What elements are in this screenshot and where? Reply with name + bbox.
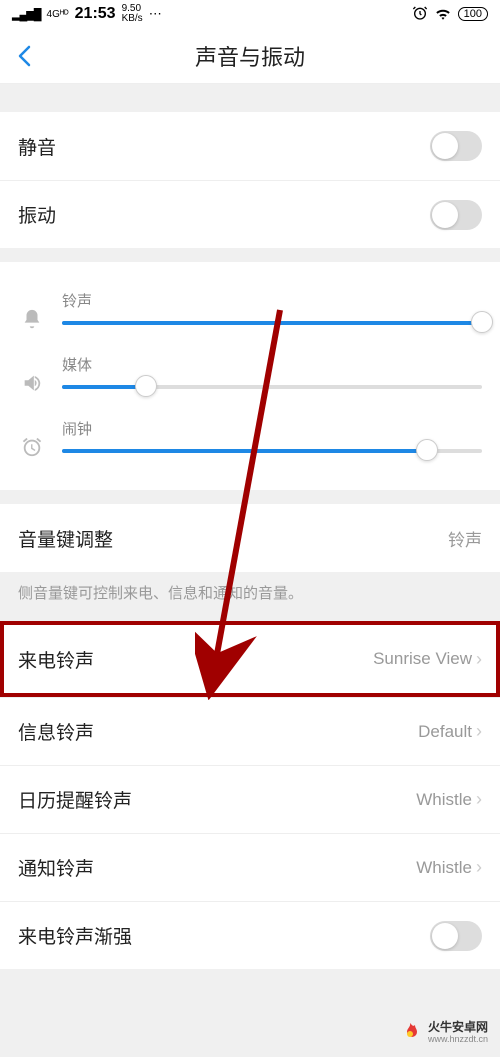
- page-header: 声音与振动: [0, 28, 500, 84]
- incoming-ringtone-row[interactable]: 来电铃声 Sunrise View ›: [0, 621, 500, 697]
- vibrate-label: 振动: [18, 201, 56, 228]
- fadein-row[interactable]: 来电铃声渐强: [0, 901, 500, 969]
- alarm-icon: [412, 5, 428, 24]
- watermark-name: 火牛安卓网: [428, 1021, 488, 1034]
- back-button[interactable]: [0, 28, 48, 84]
- watermark: 火牛安卓网 www.hnzzdt.cn: [398, 1021, 488, 1045]
- battery-icon: 100: [458, 7, 488, 21]
- notification-ringtone-value: Whistle: [416, 858, 472, 878]
- calendar-ringtone-row[interactable]: 日历提醒铃声 Whistle ›: [0, 765, 500, 833]
- ringtone-slider-row: 铃声: [0, 280, 500, 344]
- notification-ringtone-label: 通知铃声: [18, 854, 94, 881]
- speaker-icon: [18, 372, 46, 394]
- ringtone-slider[interactable]: [62, 321, 482, 325]
- flame-icon: [398, 1021, 422, 1045]
- page-title: 声音与振动: [0, 40, 500, 72]
- chevron-right-icon: ›: [476, 649, 482, 670]
- status-bar: ▂▄▆█ 4Gᴴᴰ 21:53 9.50KB/s ⋯ 100: [0, 0, 500, 28]
- status-time: 21:53: [75, 5, 116, 23]
- media-slider-label: 媒体: [62, 354, 482, 375]
- mute-row[interactable]: 静音: [0, 112, 500, 180]
- mute-label: 静音: [18, 133, 56, 160]
- media-slider[interactable]: [62, 385, 482, 389]
- ringtone-slider-label: 铃声: [62, 290, 482, 311]
- chevron-right-icon: ›: [476, 721, 482, 742]
- volume-key-hint: 侧音量键可控制来电、信息和通知的音量。: [0, 572, 500, 621]
- message-ringtone-label: 信息铃声: [18, 718, 94, 745]
- chevron-right-icon: ›: [476, 789, 482, 810]
- signal-icon: ▂▄▆█: [12, 8, 41, 21]
- vibrate-toggle[interactable]: [430, 200, 482, 230]
- mute-toggle[interactable]: [430, 131, 482, 161]
- fadein-label: 来电铃声渐强: [18, 922, 132, 949]
- alarm-slider[interactable]: [62, 449, 482, 453]
- incoming-ringtone-value: Sunrise View: [373, 649, 472, 669]
- incoming-ringtone-label: 来电铃声: [18, 646, 94, 673]
- message-ringtone-value: Default: [418, 722, 472, 742]
- volume-key-value: 铃声: [448, 526, 482, 551]
- volume-key-row[interactable]: 音量键调整 铃声: [0, 504, 500, 572]
- notification-ringtone-row[interactable]: 通知铃声 Whistle ›: [0, 833, 500, 901]
- fadein-toggle[interactable]: [430, 921, 482, 951]
- chevron-right-icon: ›: [476, 857, 482, 878]
- vibrate-row[interactable]: 振动: [0, 180, 500, 248]
- volume-section: 铃声 媒体 闹钟: [0, 262, 500, 490]
- message-ringtone-row[interactable]: 信息铃声 Default ›: [0, 697, 500, 765]
- media-slider-row: 媒体: [0, 344, 500, 408]
- alarm-clock-icon: [18, 436, 46, 458]
- bell-icon: [18, 308, 46, 330]
- alarm-slider-row: 闹钟: [0, 408, 500, 472]
- alarm-slider-label: 闹钟: [62, 418, 482, 439]
- calendar-ringtone-value: Whistle: [416, 790, 472, 810]
- volume-key-label: 音量键调整: [18, 525, 113, 552]
- watermark-url: www.hnzzdt.cn: [428, 1035, 488, 1045]
- status-more-icon: ⋯: [149, 6, 162, 22]
- calendar-ringtone-label: 日历提醒铃声: [18, 786, 132, 813]
- status-speed: 9.50KB/s: [122, 4, 143, 24]
- network-label: 4Gᴴᴰ: [47, 9, 69, 20]
- wifi-icon: [434, 6, 452, 23]
